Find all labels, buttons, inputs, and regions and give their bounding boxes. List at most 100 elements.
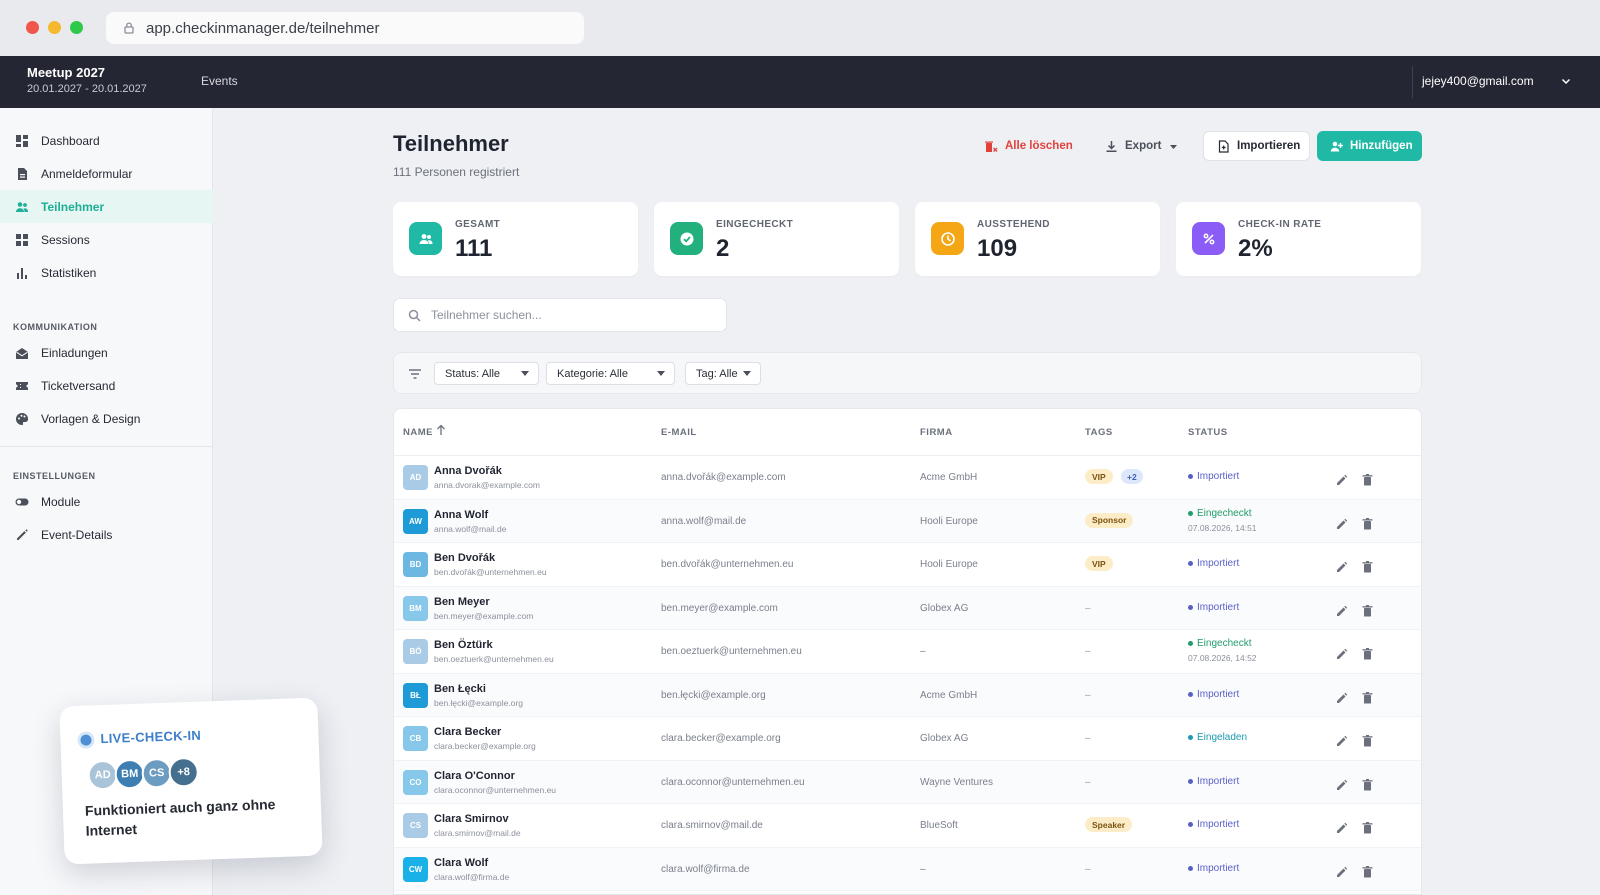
column-header-name[interactable]: NAME (403, 427, 433, 438)
delete-icon[interactable] (1362, 735, 1373, 747)
edit-icon[interactable] (1336, 779, 1348, 791)
sidebar-item-statistiken[interactable]: Statistiken (0, 256, 213, 289)
status-badge: Importiert (1188, 689, 1239, 700)
participant-name[interactable]: Clara O'Connor (434, 770, 515, 782)
status-dot (1188, 474, 1193, 479)
participant-name[interactable]: Anna Dvořák (434, 465, 502, 477)
minimize-window-button[interactable] (48, 21, 61, 34)
status-label: Importiert (1197, 601, 1240, 613)
table-row[interactable]: CS Clara Smirnov clara.smirnov@mail.de clar… (394, 804, 1421, 848)
tag-filter-select[interactable]: Tag: Alle (685, 362, 761, 385)
table-row[interactable]: CB Clara Becker clara.becker@example.org cl… (394, 717, 1421, 761)
participant-name[interactable]: Ben Dvořák (434, 552, 495, 564)
delete-all-button[interactable]: Alle löschen (985, 131, 1073, 161)
sidebar-item-dashboard[interactable]: Dashboard (0, 124, 213, 157)
column-header-tags[interactable]: TAGS (1085, 427, 1113, 438)
grid-icon (16, 233, 28, 246)
live-checkin-card: LIVE-CHECK-IN AD BM CS +8 Funktioniert a… (59, 697, 323, 865)
edit-icon[interactable] (1336, 605, 1348, 617)
status-dot (1188, 561, 1193, 566)
table-row[interactable]: BÖ Ben Öztürk ben.oeztuerk@unternehmen.eu b… (394, 630, 1421, 674)
export-button[interactable]: Export (1105, 131, 1178, 161)
pencil-icon (17, 528, 28, 540)
table-row[interactable]: CO Clara O'Connor clara.oconnor@unternehme… (394, 760, 1421, 804)
sidebar-item-anmeldeformular[interactable]: Anmeldeformular (0, 157, 213, 190)
avatar: CW (403, 856, 428, 882)
avatar-more-count: +8 (168, 756, 200, 788)
delete-icon[interactable] (1362, 865, 1373, 878)
import-button[interactable]: Importieren (1203, 131, 1310, 161)
column-header-company[interactable]: FIRMA (920, 427, 953, 438)
caret-down-icon (1170, 144, 1178, 149)
delete-icon[interactable] (1362, 604, 1373, 617)
participant-company: Globex AG (920, 602, 969, 614)
status-label: Importiert (1197, 558, 1240, 569)
page-subtitle: 111 Personen registriert (393, 165, 520, 179)
edit-icon[interactable] (1336, 866, 1348, 878)
url-text: app.checkinmanager.de/teilnehmer (146, 19, 380, 37)
chevron-down-icon[interactable] (1560, 75, 1572, 87)
edit-icon[interactable] (1336, 561, 1348, 573)
participant-name[interactable]: Ben Öztürk (434, 639, 493, 651)
participant-name[interactable]: Ben Łęcki (434, 683, 486, 695)
event-title[interactable]: Meetup 2027 (27, 65, 105, 80)
maximize-window-button[interactable] (70, 21, 83, 34)
user-menu[interactable]: jejey400@gmail.com (1422, 74, 1534, 88)
status-badge: Importiert (1188, 776, 1239, 787)
participant-name[interactable]: Clara Becker (434, 726, 501, 738)
sidebar-item-event-details[interactable]: Event-Details (0, 518, 213, 551)
add-participant-button[interactable]: Hinzufügen (1317, 131, 1422, 161)
category-filter-select[interactable]: Kategorie: Alle (546, 362, 675, 385)
table-row[interactable]: BM Ben Meyer ben.meyer@example.com ben.meye… (394, 586, 1421, 630)
participant-name[interactable]: Ben Meyer (434, 596, 490, 608)
status-badge: Importiert (1188, 863, 1239, 874)
table-row[interactable]: AD Anna Dvořák anna.dvorak@example.com anna… (394, 456, 1421, 500)
delete-icon[interactable] (1362, 648, 1373, 660)
column-header-email[interactable]: E-MAIL (661, 427, 697, 438)
participant-name[interactable]: Anna Wolf (434, 509, 488, 521)
edit-icon[interactable] (1336, 735, 1348, 747)
edit-icon[interactable] (1336, 474, 1348, 486)
edit-icon[interactable] (1336, 648, 1348, 660)
edit-icon[interactable] (1336, 692, 1348, 704)
avatar: CS (403, 813, 428, 838)
participant-email: anna.dvořák@example.com (661, 472, 786, 483)
sort-ascending-icon[interactable] (436, 424, 446, 436)
nav-events-link[interactable]: Events (201, 74, 238, 88)
ticket-icon (16, 381, 28, 390)
edit-icon[interactable] (1336, 518, 1348, 530)
status-dot (1188, 691, 1193, 697)
sidebar-item-module[interactable]: Module (0, 485, 213, 518)
participant-email: clara.becker@example.org (661, 733, 781, 744)
delete-icon[interactable] (1362, 822, 1373, 834)
delete-icon[interactable] (1362, 474, 1373, 486)
tag-more-badge[interactable]: +2 (1121, 469, 1143, 484)
delete-icon[interactable] (1362, 561, 1373, 573)
edit-icon[interactable] (1336, 822, 1348, 834)
delete-icon[interactable] (1362, 691, 1373, 704)
table-row[interactable]: BD Ben Dvořák ben.dvořák@unternehmen.eu ben… (394, 543, 1421, 587)
tag-badge: Sponsor (1085, 512, 1134, 528)
table-row[interactable]: BŁ Ben Łęcki ben.łęcki@example.org ben.łęck… (394, 673, 1421, 717)
delete-icon[interactable] (1362, 778, 1373, 791)
stat-card-pending: AUSSTEHEND 109 (915, 202, 1160, 276)
status-filter-select[interactable]: Status: Alle (434, 362, 539, 385)
table-row[interactable]: CW Clara Wolf clara.wolf@firma.de clara.wol… (394, 847, 1421, 891)
sidebar-item-teilnehmer[interactable]: Teilnehmer (0, 190, 213, 223)
sidebar-item-ticketversand[interactable]: Ticketversand (0, 369, 213, 402)
sidebar-item-einladungen[interactable]: Einladungen (0, 336, 213, 369)
sidebar-item-vorlagen-design[interactable]: Vorlagen & Design (0, 402, 213, 435)
search-input[interactable] (431, 308, 701, 322)
stat-card-checkin-rate: CHECK-IN RATE 2% (1176, 202, 1421, 276)
sidebar-item-sessions[interactable]: Sessions (0, 223, 213, 256)
table-row[interactable]: AW Anna Wolf anna.wolf@mail.de anna.wolf@ma… (394, 499, 1421, 543)
close-window-button[interactable] (26, 21, 39, 34)
address-bar[interactable]: app.checkinmanager.de/teilnehmer (106, 12, 584, 44)
status-label: Eingecheckt (1197, 507, 1252, 519)
participant-name[interactable]: Clara Smirnov (434, 813, 509, 825)
participant-name[interactable]: Clara Wolf (434, 857, 488, 869)
participant-company: – (920, 646, 926, 657)
column-header-status[interactable]: STATUS (1188, 427, 1228, 438)
delete-icon[interactable] (1362, 517, 1373, 530)
status-dot (1188, 822, 1193, 827)
